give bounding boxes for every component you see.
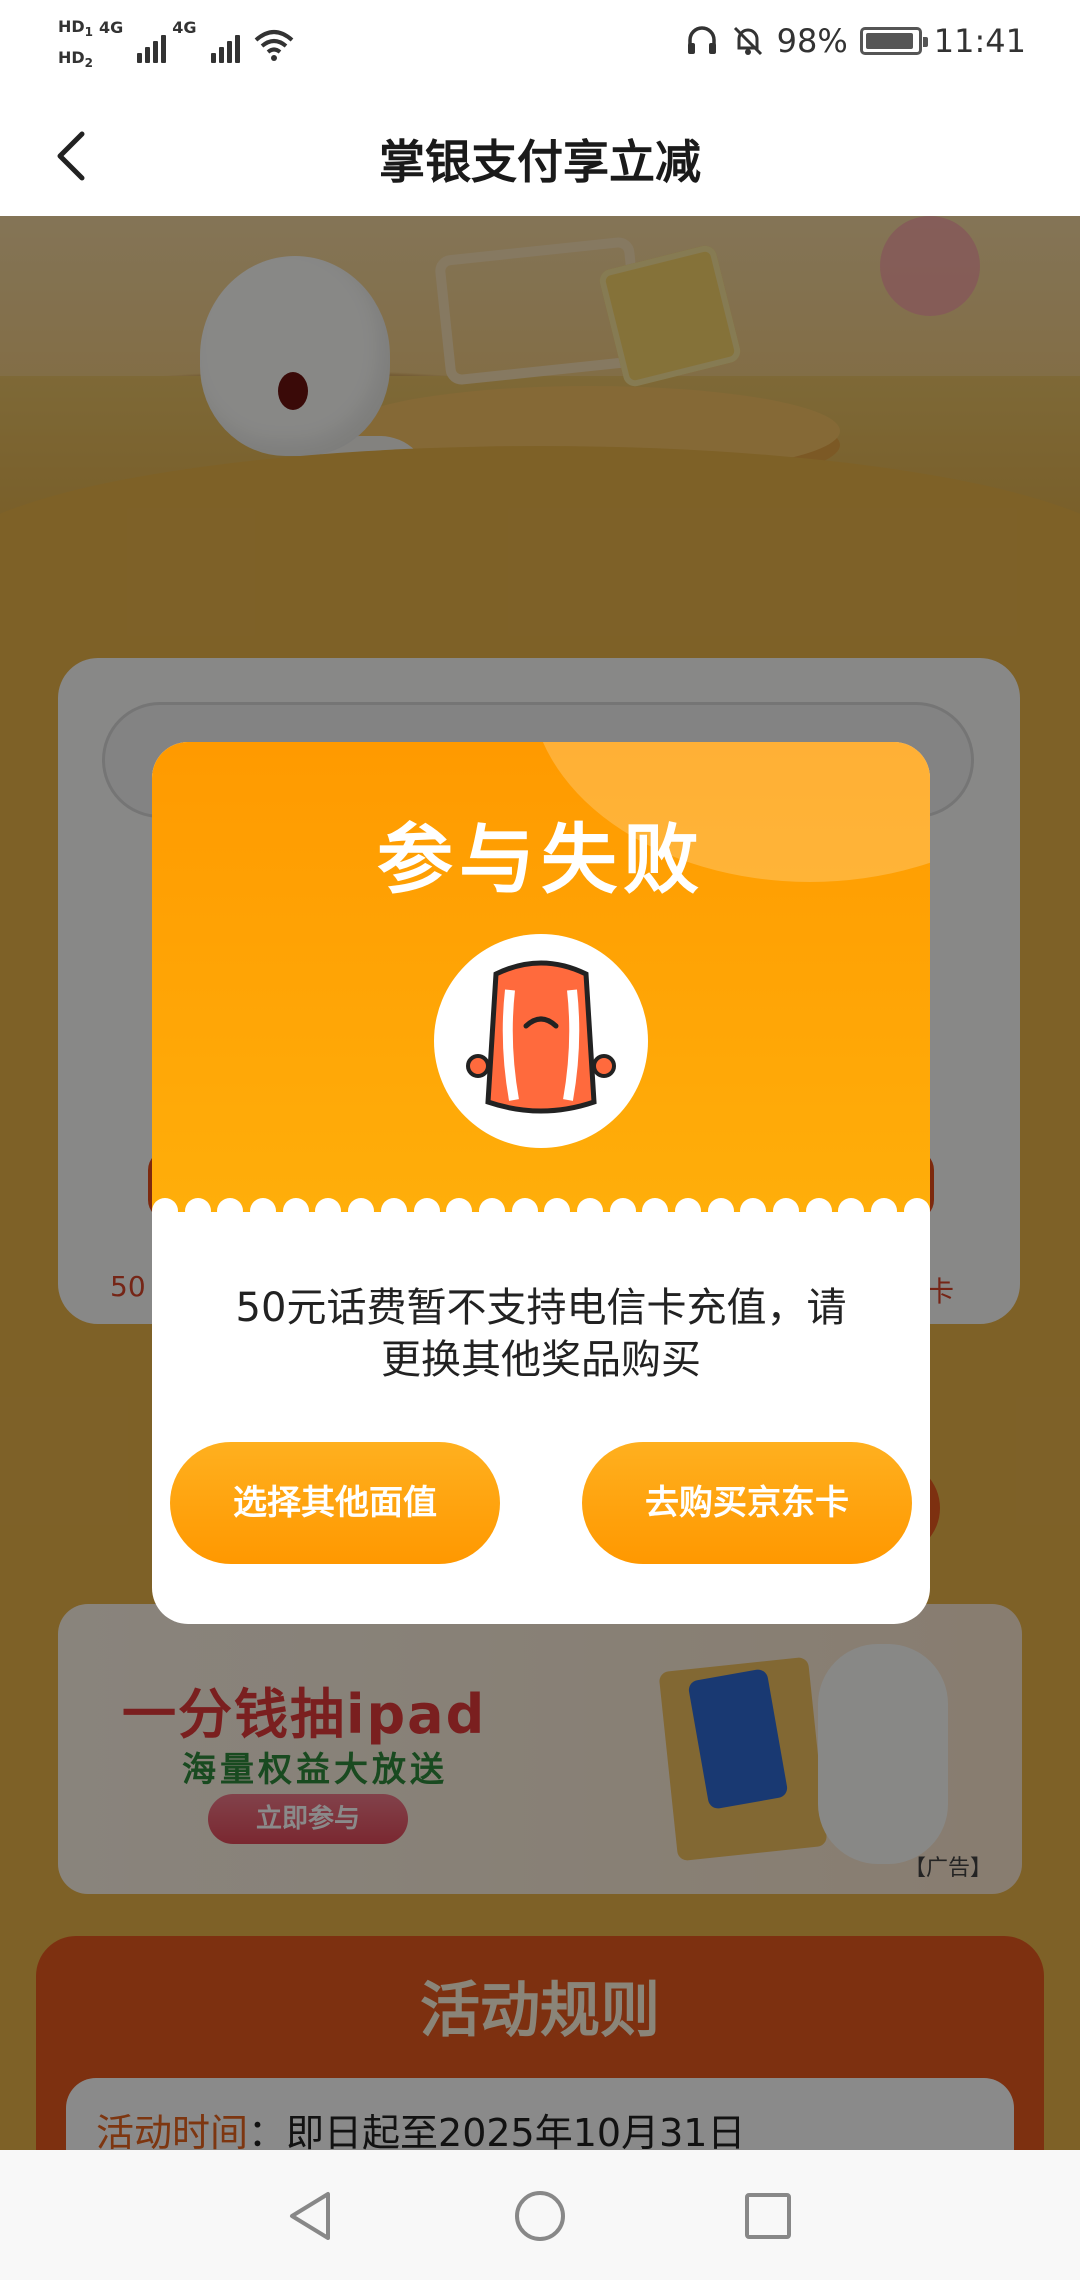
- network-type-1: 4G: [99, 18, 124, 37]
- network-type-2: 4G: [172, 18, 197, 37]
- choose-other-value-button[interactable]: 选择其他面值: [170, 1442, 500, 1564]
- dialog-title: 参与失败: [377, 815, 705, 904]
- dialog-message-line2: 更换其他奖品购买: [381, 1337, 701, 1383]
- scallop-edge: [152, 1198, 930, 1228]
- battery-icon: [859, 27, 928, 55]
- dialog-message-line1: 50元话费暂不支持电信卡充值，请: [235, 1285, 847, 1331]
- dialog-header: 参与失败: [152, 742, 930, 1212]
- clock: 11:41: [933, 22, 1026, 60]
- signal-icon-2: [210, 27, 240, 64]
- nav-bar: 掌银支付享立减: [0, 96, 1080, 216]
- buy-jd-card-button[interactable]: 去购买京东卡: [582, 1442, 912, 1564]
- status-left: HD1 HD2 4G 4G: [58, 14, 294, 76]
- hd-indicators: HD1 HD2: [58, 14, 93, 76]
- page-title: 掌银支付享立减: [379, 135, 701, 189]
- battery-percent: 98%: [776, 22, 848, 60]
- nav-recents-icon[interactable]: [738, 2186, 798, 2246]
- nav-home-icon[interactable]: [510, 2186, 570, 2246]
- headset-icon: [687, 26, 716, 54]
- hd2-label: HD: [58, 48, 85, 68]
- hd2-index: 2: [84, 56, 94, 71]
- failure-dialog: 参与失败 50元话费暂不支持电信卡充值，请 更换其他奖品购买 选择其他面值 去购…: [152, 742, 930, 1624]
- status-right: 98% 11:41: [685, 22, 1026, 60]
- status-bar: HD1 HD2 4G 4G 98% 11:41: [0, 0, 1080, 96]
- dialog-message: 50元话费暂不支持电信卡充值，请 更换其他奖品购买: [202, 1282, 880, 1386]
- sad-mascot-icon: [434, 934, 648, 1148]
- hd1-label: HD: [58, 17, 85, 36]
- wifi-icon: [254, 30, 293, 62]
- signal-icon-1: [137, 27, 167, 64]
- mute-bell-icon: [733, 26, 762, 56]
- hd1-index: 1: [84, 25, 94, 40]
- system-nav-bar: [0, 2150, 1080, 2280]
- nav-back-icon[interactable]: [282, 2186, 342, 2246]
